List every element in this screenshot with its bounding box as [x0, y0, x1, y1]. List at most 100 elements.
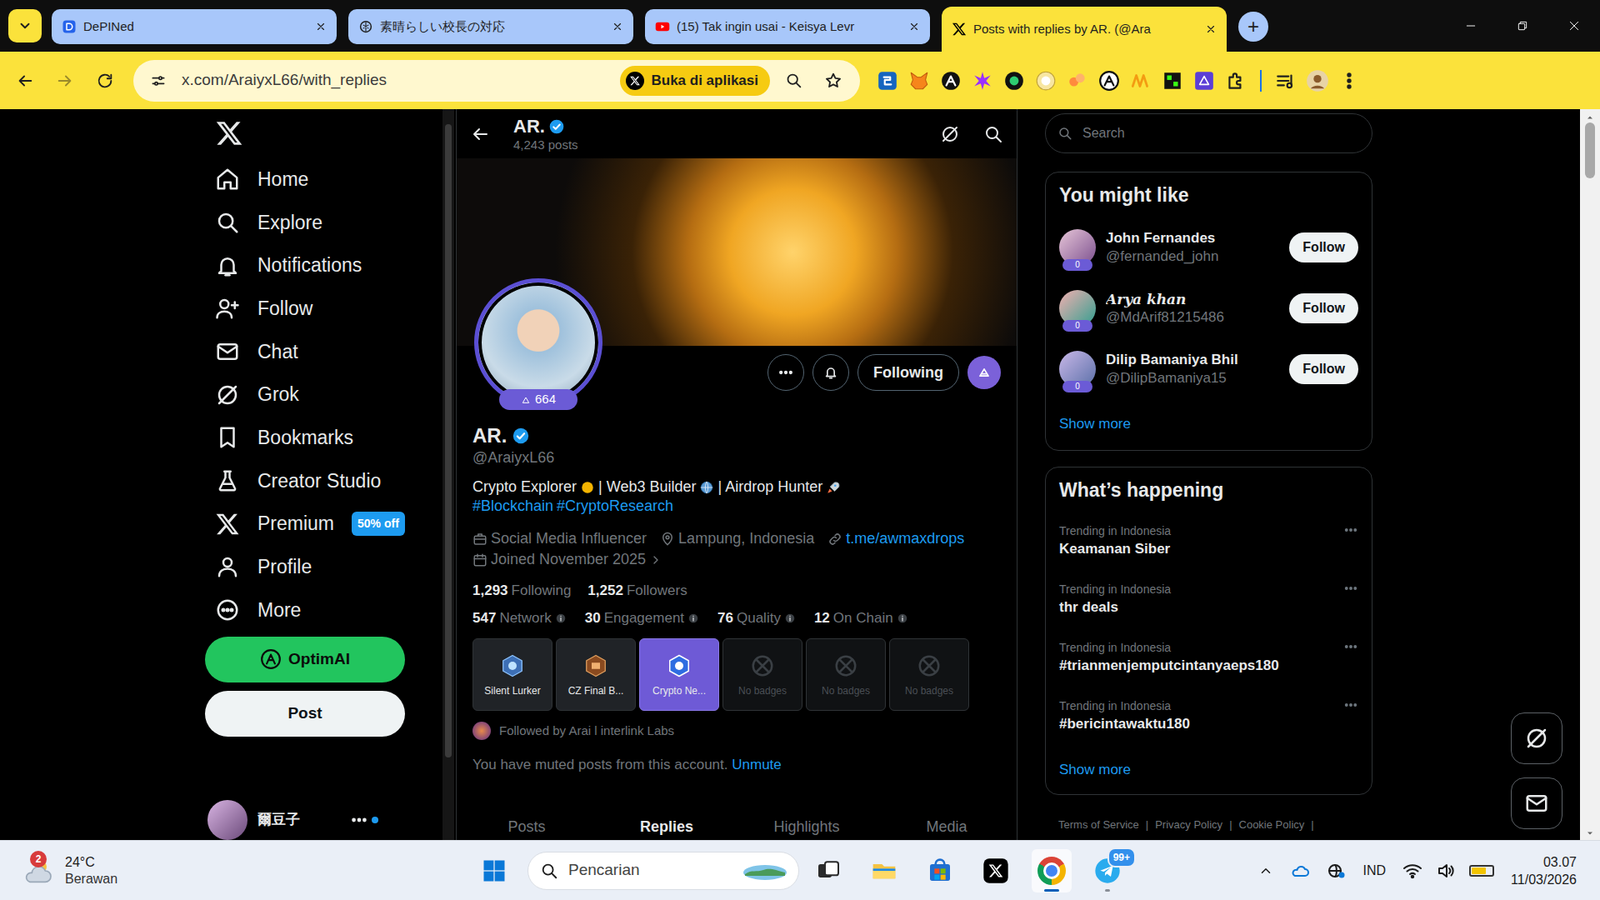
close-icon[interactable] — [315, 20, 327, 33]
open-in-app-label[interactable]: Buka di aplikasi — [651, 70, 760, 92]
optimai-profile-button[interactable] — [967, 355, 1001, 390]
minimize-button[interactable] — [1445, 0, 1497, 52]
profile-tab-label[interactable]: Media — [925, 815, 967, 839]
nav-label[interactable]: Premium — [257, 509, 335, 539]
followed-by-text[interactable]: Followed by Arai l interlink Labs — [499, 720, 675, 741]
follow-button[interactable]: Follow — [1289, 293, 1359, 324]
optimai-label[interactable]: OptimAI — [288, 647, 350, 672]
badge-label[interactable]: Crypto Ne... — [652, 683, 706, 699]
suggestion-handle[interactable]: @fernanded_john — [1105, 247, 1280, 266]
following-button[interactable]: Following — [857, 354, 960, 391]
address-text[interactable]: x.com/AraiyxL66/with_replies — [181, 68, 614, 93]
unmute-link[interactable]: Unmute — [731, 756, 782, 773]
nav-item[interactable]: Follow — [212, 287, 440, 331]
media-controls-button[interactable] — [1273, 68, 1299, 94]
trend-item[interactable]: Trending in Indonesiathr deals — [1045, 570, 1372, 629]
extension-button[interactable] — [1096, 68, 1122, 94]
info-icon[interactable] — [896, 612, 909, 625]
restore-button[interactable] — [1496, 0, 1549, 52]
follow-stat[interactable]: 1,252Followers — [587, 580, 687, 601]
onedrive-icon[interactable] — [1290, 860, 1310, 881]
extension-button[interactable] — [1160, 68, 1185, 94]
profile-avatar[interactable] — [474, 278, 603, 407]
dots-icon[interactable] — [1343, 639, 1359, 655]
taskbar-app[interactable] — [1031, 849, 1072, 893]
taskbar-app[interactable] — [864, 849, 905, 893]
post-button[interactable]: Post — [205, 690, 405, 737]
browser-tab[interactable]: DePINed — [51, 9, 337, 45]
nav-item[interactable]: More — [212, 588, 440, 632]
site-info-button[interactable] — [141, 64, 175, 98]
badge-tile[interactable]: Silent Lurker — [472, 638, 553, 711]
taskbar-app[interactable] — [808, 849, 849, 893]
suggestion-name[interactable]: John Fernandes — [1105, 229, 1280, 248]
grok-float-button[interactable] — [1510, 712, 1563, 765]
nav-item[interactable]: Profile — [212, 545, 440, 590]
nav-item[interactable]: Creator Studio — [212, 459, 440, 503]
suggestion-row[interactable]: 0John Fernandes@fernanded_johnFollow — [1045, 216, 1372, 278]
nav-item[interactable]: Bookmarks — [212, 416, 440, 460]
profile-tab-label[interactable]: Posts — [507, 815, 545, 839]
footer-link[interactable]: Terms of Service — [1058, 816, 1140, 834]
badge-tile[interactable]: CZ Final B... — [555, 638, 636, 711]
nav-label[interactable]: Grok — [257, 380, 300, 410]
tab-label[interactable]: Posts with replies by AR. (@Ara — [973, 20, 1199, 40]
network-status-icon[interactable] — [1326, 860, 1347, 881]
follow-label[interactable]: Follow — [1302, 361, 1345, 376]
messages-float-button[interactable] — [1510, 777, 1563, 830]
profile-avatar-button[interactable] — [1305, 68, 1330, 94]
post-label[interactable]: Post — [287, 701, 322, 726]
profile-tab[interactable]: Highlights — [736, 805, 877, 840]
extension-button[interactable] — [875, 68, 900, 94]
follow-stat[interactable]: 1,293Following — [472, 580, 571, 601]
reload-button[interactable] — [88, 64, 122, 98]
extension-button[interactable] — [1128, 68, 1154, 94]
clock[interactable]: 03.0711/03/2026 — [1510, 853, 1577, 889]
extension-button[interactable] — [1065, 68, 1090, 94]
clock-time[interactable]: 03.07 — [1510, 853, 1577, 871]
extension-button[interactable] — [938, 68, 964, 94]
info-icon[interactable] — [555, 612, 567, 625]
dots-icon[interactable] — [1343, 580, 1359, 596]
suggestion-row[interactable]: 0Dilip Bamaniya Bhil@DilipBamaniya15Foll… — [1045, 338, 1372, 400]
address-bar[interactable]: x.com/AraiyxL66/with_replies Buka di apli… — [133, 60, 860, 102]
weather-widget[interactable]: 224°CBerawan — [0, 852, 479, 890]
profile-tab-label[interactable]: Replies — [640, 815, 694, 839]
trend-title[interactable]: #bericintawaktu180 — [1059, 714, 1344, 735]
tab-label[interactable]: 素晴らしい校長の対応 — [380, 17, 605, 37]
taskbar-search[interactable] — [527, 851, 800, 890]
badge-tile[interactable]: No badges — [805, 638, 886, 711]
nav-item[interactable]: Grok — [212, 373, 440, 417]
profile-tab[interactable]: Media — [876, 805, 1017, 840]
dots-icon[interactable] — [1343, 697, 1359, 713]
show-more-link[interactable]: Show more — [1045, 757, 1372, 795]
trend-item[interactable]: Trending in IndonesiaKeamanan Siber — [1045, 511, 1372, 570]
browser-tab[interactable]: (15) Tak ingin usai - Keisya Levr — [645, 9, 930, 45]
nav-item[interactable]: Premium50% off — [212, 502, 440, 546]
follow-label[interactable]: Follow — [1302, 300, 1345, 315]
badge-tile[interactable]: No badges — [722, 638, 803, 711]
follow-button[interactable]: Follow — [1289, 232, 1359, 263]
nav-label[interactable]: Notifications — [257, 250, 362, 280]
extension-button[interactable] — [970, 68, 995, 94]
nav-label[interactable]: Bookmarks — [257, 423, 354, 453]
scrollbar-thumb[interactable] — [445, 124, 452, 758]
search-icon[interactable] — [983, 124, 1004, 145]
nav-label[interactable]: Creator Studio — [257, 466, 381, 496]
footer-link[interactable]: Cookie Policy — [1239, 816, 1305, 834]
chevron-up-icon[interactable] — [1258, 863, 1274, 879]
menu-button[interactable] — [1336, 68, 1362, 94]
extension-button[interactable] — [1223, 68, 1249, 94]
stat-label[interactable]: Followers — [626, 580, 688, 601]
followed-by[interactable]: Followed by Arai l interlink Labs — [472, 720, 1001, 741]
suggestion-name[interactable]: Dilip Bamaniya Bhil — [1105, 350, 1280, 370]
trend-item[interactable]: Trending in Indonesia#bericintawaktu180 — [1045, 686, 1372, 745]
start-button[interactable] — [478, 850, 510, 891]
nav-label[interactable]: Chat — [257, 337, 299, 367]
nav-label[interactable]: Follow — [257, 294, 313, 324]
taskbar-app[interactable] — [975, 849, 1016, 893]
hashtag-link[interactable]: #Blockchain — [472, 496, 554, 516]
suggestion-name[interactable]: Arya khan — [1105, 290, 1280, 309]
scrollbar-thumb[interactable] — [1585, 122, 1595, 179]
badge-tile[interactable]: No badges — [889, 638, 970, 711]
